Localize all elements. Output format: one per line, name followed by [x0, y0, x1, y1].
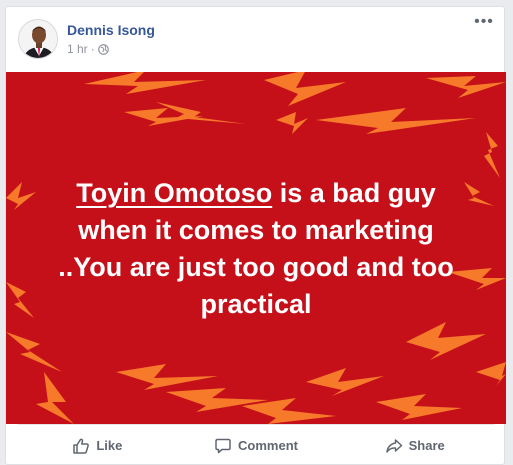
share-arrow-icon [385, 438, 402, 453]
post-timestamp[interactable]: 1 hr [67, 42, 88, 56]
post-text-line2: when it comes to marketing [78, 215, 434, 245]
post-meta: 1 hr · [67, 42, 109, 56]
post-image[interactable]: Toyin Omotoso is a bad guy when it comes… [6, 72, 506, 424]
post-text-line1-rest: is a bad guy [272, 178, 436, 208]
author-avatar[interactable] [18, 19, 58, 59]
post-text: Toyin Omotoso is a bad guy when it comes… [26, 175, 486, 323]
share-button[interactable]: Share [335, 430, 494, 462]
meta-separator: · [90, 42, 95, 56]
post-actions-bar: Like Comment Share [18, 424, 494, 465]
more-options-button[interactable]: ••• [472, 14, 496, 35]
like-button[interactable]: Like [18, 430, 177, 462]
thumbs-up-icon [73, 438, 90, 454]
post-header: Dennis Isong 1 hr · ••• [6, 7, 504, 71]
post-card: Dennis Isong 1 hr · ••• Toyin Omotoso is… [5, 6, 506, 465]
like-label: Like [96, 438, 123, 453]
comment-button[interactable]: Comment [177, 430, 336, 462]
author-name[interactable]: Dennis Isong [67, 22, 155, 38]
privacy-globe-icon[interactable] [97, 43, 109, 55]
comment-label: Comment [238, 438, 298, 453]
mention-link[interactable]: Toyin Omotoso [76, 178, 272, 208]
comment-bubble-icon [215, 438, 231, 453]
share-label: Share [408, 438, 445, 453]
post-text-line3: ..You are just too good and too [58, 252, 454, 282]
post-text-line4: practical [200, 289, 312, 319]
